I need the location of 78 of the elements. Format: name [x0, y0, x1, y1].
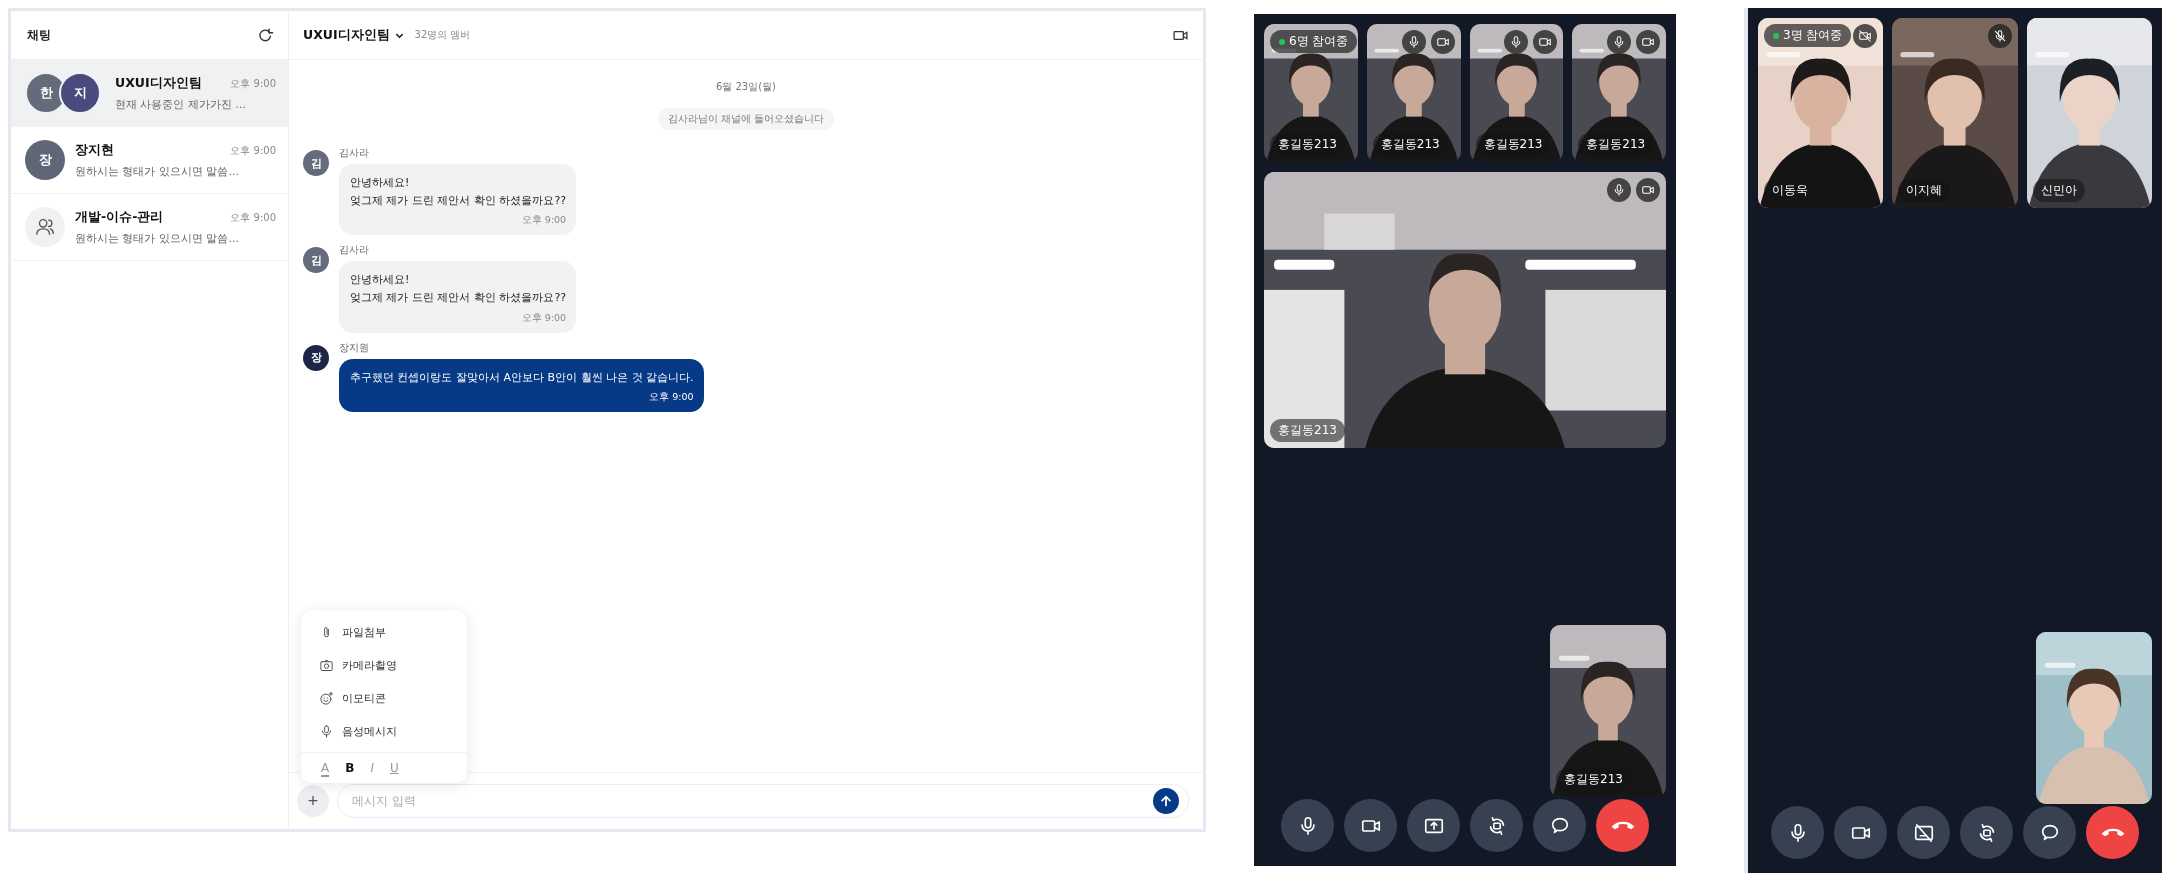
microphone-icon [319, 724, 334, 739]
chat-preview: 원하시는 형태가 있으시면 말씀... [75, 163, 240, 179]
camera-icon [319, 658, 334, 673]
sender-name: 김사라 [339, 146, 369, 160]
microphone-button[interactable] [1771, 806, 1824, 859]
chat-preview: 원하시는 형태가 있으시면 말씀... [75, 230, 240, 246]
add-button[interactable]: + [297, 785, 329, 817]
chat-name: 개발-이슈-관리 [75, 208, 164, 226]
microphone-button[interactable] [1281, 799, 1334, 852]
screen-share-off-icon [1912, 821, 1935, 844]
video-camera-icon [1538, 35, 1553, 49]
sender-name: 김사라 [339, 243, 369, 258]
participant-count: 3명 참여중 [1783, 27, 1843, 44]
video-camera-icon [1435, 35, 1450, 49]
chat-time: 오후 9:00 [230, 143, 276, 158]
chat-name: UXUI디자인팀 [115, 74, 202, 92]
message-time: 오후 9:00 [649, 390, 694, 404]
message-time: 오후 9:00 [521, 311, 567, 325]
avatar: 김 [303, 150, 329, 176]
rotate-camera-button[interactable] [1470, 799, 1523, 852]
participant-count: 6명 참여중 [1289, 33, 1349, 50]
chat-time: 오후 9:00 [230, 210, 276, 225]
rotate-camera-button[interactable] [1960, 806, 2013, 859]
hang-up-icon [1610, 821, 1635, 830]
camera-button[interactable] [1834, 806, 1887, 859]
menu-item[interactable]: 음성메시지 [301, 715, 467, 748]
chat-name: 장지현 [75, 141, 114, 159]
microphone-off-icon [1992, 29, 2007, 43]
sender-name: 장지원 [339, 340, 369, 355]
camera-button[interactable] [1344, 799, 1397, 852]
avatar: 장 [25, 140, 65, 180]
avatar: 김 [303, 247, 329, 274]
system-notice: 김사라님이 채널에 들어오셨습니다 [657, 108, 835, 130]
chat-button[interactable] [2023, 806, 2076, 859]
menu-label: 카메라촬영 [342, 658, 397, 673]
channel-title[interactable]: UXUI디자인팀 [303, 26, 390, 44]
menu-item[interactable]: 파일첨부 [301, 616, 467, 649]
smiley-icon [319, 691, 334, 706]
avatar: 지 [59, 72, 101, 114]
hang-up-button[interactable] [2086, 806, 2139, 859]
sidebar-title: 채팅 [27, 26, 51, 44]
menu-item[interactable]: 이모티콘 [301, 682, 467, 715]
chat-list-item[interactable]: 장 장지현 오후 9:00 원하시는 형태가 있으시면 말씀... [11, 127, 288, 194]
chat-list-item[interactable]: 개발-이슈-관리 오후 9:00 원하시는 형태가 있으시면 말씀... [11, 194, 288, 261]
date-divider: 6월 23일(월) [715, 80, 777, 94]
chat-time: 오후 9:00 [230, 76, 276, 91]
participant-name: 신민아 [2032, 179, 2085, 202]
message-text: 안녕하세요! 엊그제 제가 드린 제안서 확인 하셨을까요?? [350, 272, 567, 307]
video-camera-icon [1641, 183, 1655, 197]
menu-item[interactable]: 카메라촬영 [301, 649, 467, 682]
message-input[interactable]: 메시지 입력 [337, 784, 1189, 818]
format-button[interactable]: B [343, 761, 357, 775]
participant-name: 홍길동213 [1270, 419, 1345, 442]
menu-label: 파일첨부 [342, 625, 386, 640]
menu-label: 음성메시지 [342, 724, 397, 739]
video-camera-icon [1641, 35, 1655, 49]
microphone-icon [1612, 35, 1626, 49]
message-text: 안녕하세요! 엊그제 제가 드린 제안서 확인 하셨을까요?? [350, 175, 567, 210]
camera-off-icon [1858, 29, 1873, 43]
screen-share-off-button[interactable] [1897, 806, 1950, 859]
arrow-up-icon [1159, 794, 1173, 808]
hang-up-icon [2100, 828, 2125, 837]
participant-name: 이지혜 [1898, 179, 1951, 202]
chat-button[interactable] [1533, 799, 1586, 852]
chat-list-item[interactable]: 한 지 UXUI디자인팀 오후 9:00 현재 사용중인 제가가진 ... [11, 60, 288, 127]
message-text: 추구했던 컨셉이랑도 잘맞아서 A안보다 B안이 훨씬 나은 것 같습니다. [350, 369, 694, 386]
online-dot [1279, 38, 1285, 45]
microphone-icon [1612, 183, 1626, 197]
new-chat-icon[interactable] [257, 26, 274, 44]
chat-preview: 현재 사용중인 제가가진 ... [115, 96, 247, 112]
member-count: 32명의 멤버 [414, 28, 471, 42]
online-dot [1773, 32, 1779, 39]
message-time: 오후 9:00 [521, 214, 567, 228]
avatar: 장 [303, 344, 329, 371]
menu-label: 이모티콘 [342, 691, 386, 706]
channel-avatar [25, 207, 65, 247]
screen-share-button[interactable] [1407, 799, 1460, 852]
hang-up-button[interactable] [1596, 799, 1649, 852]
